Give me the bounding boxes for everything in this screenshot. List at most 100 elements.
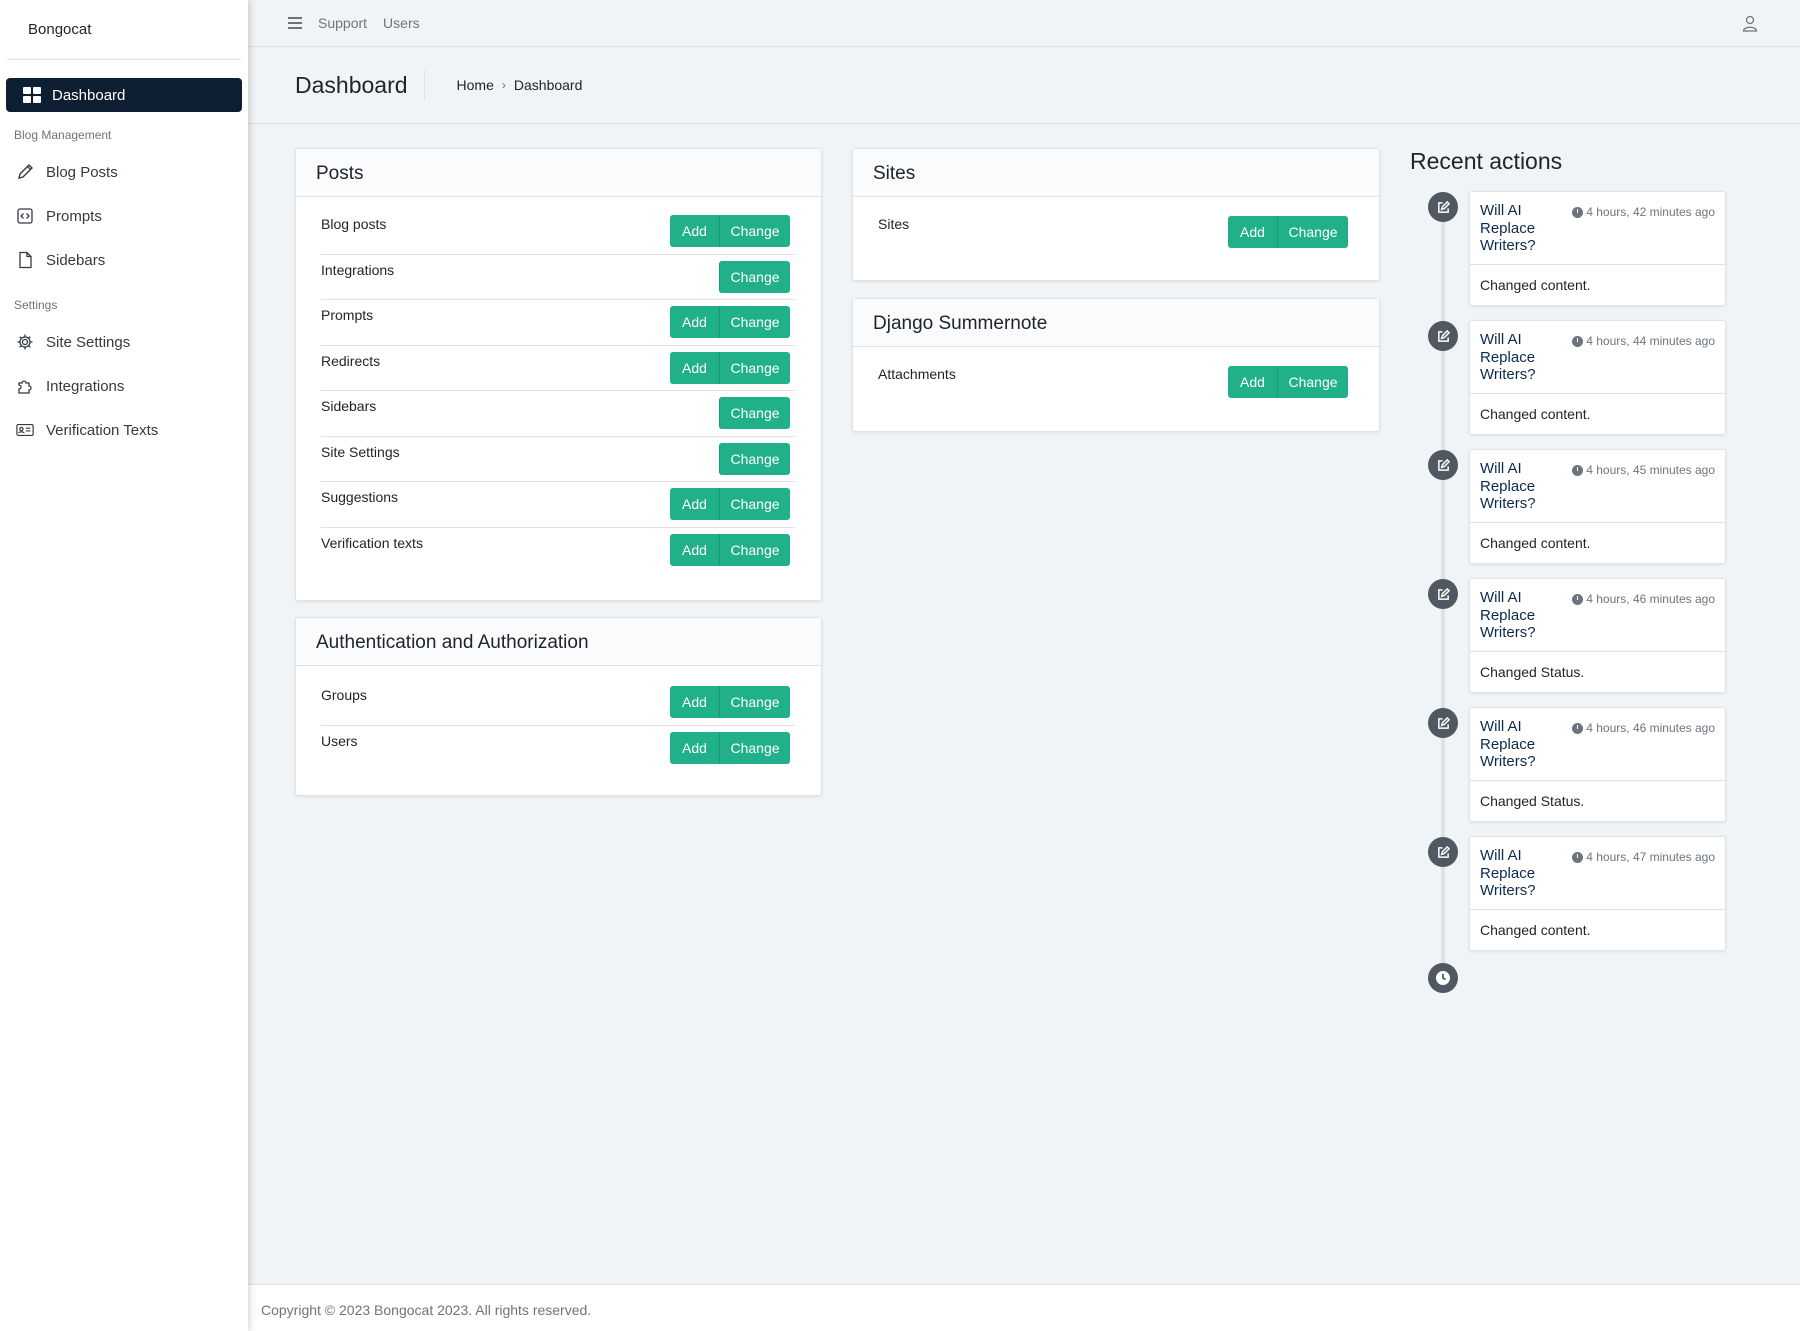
change-button[interactable]: Change <box>719 732 790 765</box>
sidebar-item-integrations[interactable]: Integrations <box>0 364 248 408</box>
table-row: Verification texts Add Change <box>321 528 795 574</box>
add-button[interactable]: Add <box>670 215 719 248</box>
table-row: Users Add Change <box>321 726 795 772</box>
recent-action-link[interactable]: Will AI Replace Writers? <box>1480 202 1550 255</box>
sidebar-item-label: Verification Texts <box>46 421 159 439</box>
recent-action-link[interactable]: Will AI Replace Writers? <box>1480 718 1550 771</box>
sidebar-item-label: Blog Posts <box>46 163 118 181</box>
recent-action-item: Will AI Replace Writers? 4 hours, 47 minu… <box>1469 836 1726 951</box>
add-button[interactable]: Add <box>670 488 719 521</box>
change-button[interactable]: Change <box>719 488 790 521</box>
add-button[interactable]: Add <box>670 534 719 567</box>
table-row: Blog posts Add Change <box>321 209 795 255</box>
recent-action-item: Will AI Replace Writers? 4 hours, 45 minu… <box>1469 449 1726 564</box>
time-text: 4 hours, 44 minutes ago <box>1586 334 1715 348</box>
time-text: 4 hours, 46 minutes ago <box>1586 592 1715 606</box>
menu-toggle-icon[interactable] <box>288 17 302 29</box>
file-icon <box>15 250 35 270</box>
recent-action-link[interactable]: Will AI Replace Writers? <box>1480 589 1550 642</box>
recent-action-item: Will AI Replace Writers? 4 hours, 46 minu… <box>1469 707 1726 822</box>
recent-action-time: 4 hours, 44 minutes ago <box>1572 334 1715 348</box>
recent-action-time: 4 hours, 46 minutes ago <box>1572 592 1715 606</box>
nav-link-users[interactable]: Users <box>383 15 420 31</box>
change-button[interactable]: Change <box>719 397 790 430</box>
sidebar-item-prompts[interactable]: Prompts <box>0 194 248 238</box>
brand-name[interactable]: Bongocat <box>7 0 241 60</box>
edit-icon <box>1428 321 1458 351</box>
model-link-sites[interactable]: Sites <box>878 216 909 232</box>
sidebar-item-blog-posts[interactable]: Blog Posts <box>0 150 248 194</box>
change-button[interactable]: Change <box>719 351 790 384</box>
recent-action-link[interactable]: Will AI Replace Writers? <box>1480 460 1550 513</box>
change-button[interactable]: Change <box>719 260 790 293</box>
sidebar: Bongocat Dashboard Blog Management Blog … <box>0 0 248 1331</box>
recent-action-time: 4 hours, 47 minutes ago <box>1572 850 1715 864</box>
summernote-card: Django Summernote Attachments Add Change <box>852 298 1380 432</box>
auth-card: Authentication and Authorization Groups … <box>295 617 822 796</box>
sidebar-item-label: Sidebars <box>46 251 106 269</box>
change-button[interactable]: Change <box>719 442 790 475</box>
change-button[interactable]: Change <box>1277 215 1348 248</box>
model-link-verification-texts[interactable]: Verification texts <box>321 535 423 551</box>
time-text: 4 hours, 47 minutes ago <box>1586 850 1715 864</box>
change-button[interactable]: Change <box>1277 365 1348 398</box>
add-button[interactable]: Add <box>670 306 719 339</box>
puzzle-icon <box>15 376 35 396</box>
sidebar-item-label: Dashboard <box>52 86 126 104</box>
model-link-blog-posts[interactable]: Blog posts <box>321 216 386 232</box>
code-icon <box>15 206 35 226</box>
add-button[interactable]: Add <box>670 686 719 719</box>
model-link-sidebars[interactable]: Sidebars <box>321 398 376 414</box>
clock-icon <box>1572 464 1584 476</box>
recent-action-time: 4 hours, 42 minutes ago <box>1572 205 1715 219</box>
sidebar-item-sidebars[interactable]: Sidebars <box>0 238 248 282</box>
recent-action-item: Will AI Replace Writers? 4 hours, 44 minu… <box>1469 320 1726 435</box>
edit-icon <box>1428 579 1458 609</box>
page-title: Dashboard <box>295 70 425 100</box>
dashboard-icon <box>23 87 41 103</box>
table-row: Integrations Change <box>321 255 795 300</box>
add-button[interactable]: Add <box>1228 365 1277 398</box>
recent-action-time: 4 hours, 45 minutes ago <box>1572 463 1715 477</box>
model-link-users[interactable]: Users <box>321 733 358 749</box>
sidebar-item-label: Integrations <box>46 377 125 395</box>
change-button[interactable]: Change <box>719 686 790 719</box>
posts-card: Posts Blog posts Add Change Integrations … <box>295 148 822 601</box>
sidebar-item-dashboard[interactable]: Dashboard <box>6 78 242 112</box>
model-link-integrations[interactable]: Integrations <box>321 262 394 278</box>
nav-section-header: Settings <box>14 298 58 312</box>
pencil-icon <box>15 162 35 182</box>
add-button[interactable]: Add <box>670 732 719 765</box>
model-link-site-settings[interactable]: Site Settings <box>321 444 400 460</box>
table-row: Site Settings Change <box>321 437 795 482</box>
model-link-prompts[interactable]: Prompts <box>321 307 373 323</box>
table-row: Groups Add Change <box>321 680 795 726</box>
clock-icon <box>1572 335 1584 347</box>
table-row: Suggestions Add Change <box>321 482 795 528</box>
nav-section-header: Blog Management <box>14 128 112 142</box>
footer: Copyright © 2023 Bongocat 2023. All righ… <box>248 1284 1800 1331</box>
sidebar-item-verification-texts[interactable]: Verification Texts <box>0 408 248 452</box>
table-row: Sites Add Change <box>878 209 1353 255</box>
model-link-redirects[interactable]: Redirects <box>321 353 380 369</box>
add-button[interactable]: Add <box>670 351 719 384</box>
sidebar-nav: Dashboard Blog Management Blog Posts Pro… <box>0 60 248 452</box>
model-link-attachments[interactable]: Attachments <box>878 366 956 382</box>
breadcrumb: Home › Dashboard <box>457 77 583 93</box>
model-link-suggestions[interactable]: Suggestions <box>321 489 398 505</box>
user-icon[interactable] <box>1742 15 1758 32</box>
recent-action-description: Changed content. <box>1480 406 1591 422</box>
gear-icon <box>15 332 35 352</box>
add-button[interactable]: Add <box>1228 215 1277 248</box>
change-button[interactable]: Change <box>719 215 790 248</box>
recent-action-link[interactable]: Will AI Replace Writers? <box>1480 331 1550 384</box>
edit-icon <box>1428 837 1458 867</box>
sidebar-item-site-settings[interactable]: Site Settings <box>0 320 248 364</box>
breadcrumb-home[interactable]: Home <box>457 77 494 93</box>
recent-action-link[interactable]: Will AI Replace Writers? <box>1480 847 1550 900</box>
id-card-icon <box>15 420 35 440</box>
nav-link-support[interactable]: Support <box>318 15 367 31</box>
model-link-groups[interactable]: Groups <box>321 687 367 703</box>
change-button[interactable]: Change <box>719 534 790 567</box>
change-button[interactable]: Change <box>719 306 790 339</box>
